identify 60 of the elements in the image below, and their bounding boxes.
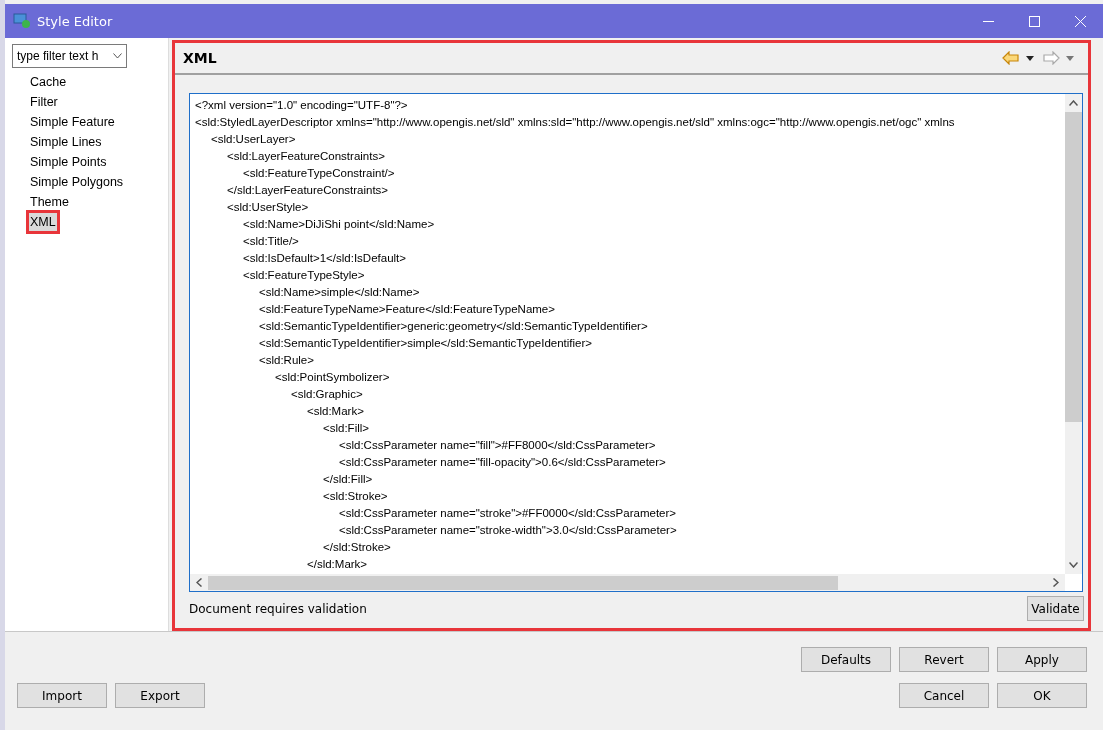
code-line: <sld:SemanticTypeIdentifier>generic:geometry</sld:SemanticTypeIdentifier> (258, 319, 648, 334)
code-line: </sld:Fill> (322, 472, 373, 487)
sidebar-item[interactable]: Theme (28, 192, 71, 212)
filter-combo[interactable]: type filter text h (12, 44, 127, 68)
horizontal-scrollbar[interactable] (190, 574, 1065, 591)
code-line: <sld:CssParameter name="stroke">#FF0000</sld:CssParameter> (338, 506, 677, 521)
vertical-scrollbar[interactable] (1065, 94, 1082, 574)
dialog-button[interactable]: Apply (997, 647, 1087, 672)
code-line: <sld:Stroke> (322, 489, 388, 504)
code-line: <sld:Rule> (258, 353, 314, 368)
code-line: <sld:FeatureTypeConstraint/> (242, 166, 395, 181)
code-line: <sld:LayerFeatureConstraints> (226, 149, 385, 164)
sidebar-item[interactable]: Simple Feature (28, 112, 117, 132)
scroll-left-icon[interactable] (196, 578, 202, 587)
forward-arrow-icon[interactable] (1042, 51, 1060, 65)
window-title: Style Editor (37, 13, 114, 29)
code-line: <sld:FeatureTypeName>Feature</sld:FeatureTypeName> (258, 302, 555, 317)
dialog-button[interactable]: Export (115, 683, 205, 708)
code-line: <sld:Fill> (322, 421, 370, 436)
code-line: <sld:CssParameter name="fill">#FF8000</sld:CssParameter> (338, 438, 656, 453)
code-line: <sld:Title/> (242, 234, 299, 249)
code-line: <sld:CssParameter name="stroke-width">3.0</sld:CssParameter> (338, 523, 677, 538)
dropdown-caret-icon[interactable] (1026, 55, 1034, 61)
code-line: <?xml version="1.0" encoding="UTF-8"?> (195, 98, 408, 113)
code-line: <sld:UserStyle> (226, 200, 309, 215)
code-line: <sld:PointSymbolizer> (274, 370, 390, 385)
sidebar-item[interactable]: Simple Points (28, 152, 109, 172)
code-line: <sld:Graphic> (290, 387, 363, 402)
code-line: <sld:Mark> (306, 404, 364, 419)
sidebar-item[interactable]: Simple Lines (28, 132, 104, 152)
code-line: <sld:CssParameter name="fill-opacity">0.6</sld:CssParameter> (338, 455, 666, 470)
chevron-down-icon[interactable] (113, 53, 122, 59)
back-arrow-icon[interactable] (1002, 51, 1020, 65)
scroll-up-icon[interactable] (1069, 100, 1078, 106)
dialog-button[interactable]: Import (17, 683, 107, 708)
dialog-button[interactable]: Defaults (801, 647, 891, 672)
dialog-button[interactable]: Cancel (899, 683, 989, 708)
status-text: Document requires validation (189, 601, 367, 616)
scroll-down-icon[interactable] (1069, 562, 1078, 568)
code-line: <sld:Name>simple</sld:Name> (258, 285, 420, 300)
code-line: <sld:IsDefault>1</sld:IsDefault> (242, 251, 406, 266)
code-line: <sld:FeatureTypeStyle> (242, 268, 365, 283)
sidebar-item[interactable]: XML (28, 212, 58, 232)
code-line: </sld:LayerFeatureConstraints> (226, 183, 389, 198)
sidebar-item[interactable]: Cache (28, 72, 69, 92)
validate-button[interactable]: Validate (1027, 596, 1084, 621)
code-line: <sld:StyledLayerDescriptor xmlns="http://www.opengis.net/sld" xmlns:sld="http://www.opengis.net/sld" xmlns:ogc="http://www.opengis.net/ogc" xmlns (195, 115, 955, 130)
code-line: <sld:Name>DiJiShi point</sld:Name> (242, 217, 435, 232)
code-line: </sld:Stroke> (322, 540, 391, 555)
dialog-button[interactable]: OK (997, 683, 1087, 708)
code-line: </sld:Mark> (306, 557, 368, 572)
page-title: XML (183, 50, 218, 66)
app-icon (13, 13, 31, 29)
code-line: <sld:UserLayer> (210, 132, 296, 147)
scroll-right-icon[interactable] (1053, 578, 1059, 587)
dialog-button[interactable]: Revert (899, 647, 989, 672)
code-line: <sld:SemanticTypeIdentifier>simple</sld:SemanticTypeIdentifier> (258, 336, 593, 351)
sidebar-item[interactable]: Filter (28, 92, 60, 112)
sidebar-item[interactable]: Simple Polygons (28, 172, 126, 192)
xml-editor[interactable] (189, 93, 1083, 592)
